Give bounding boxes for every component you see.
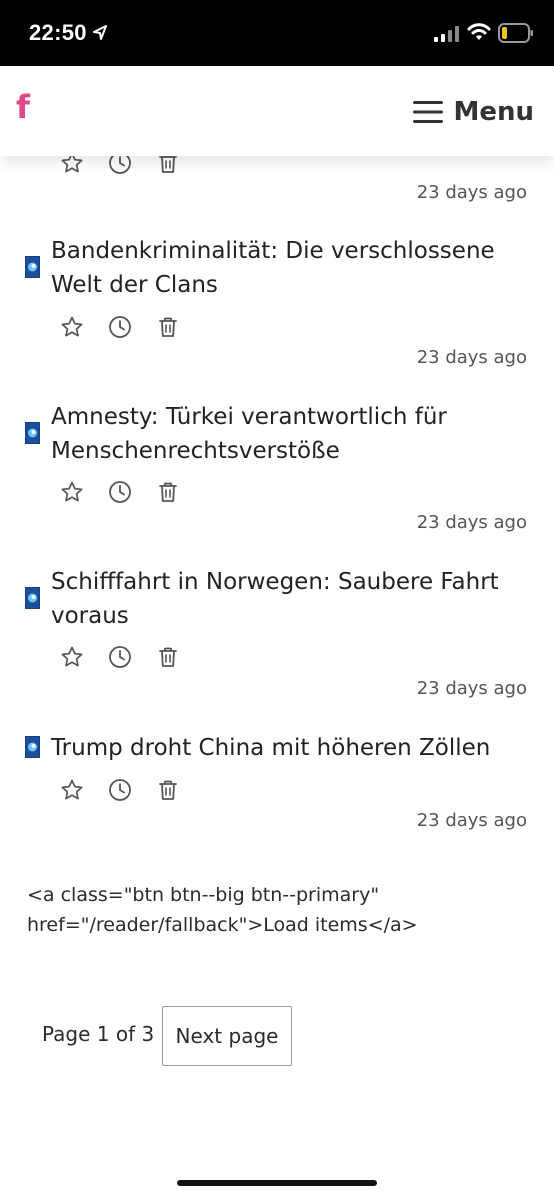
- article-time-ago: 23 days ago: [416, 347, 527, 368]
- clock-icon[interactable]: [108, 315, 132, 339]
- status-time: 22:50: [29, 20, 87, 45]
- wifi-icon: [467, 23, 491, 40]
- clock-icon[interactable]: [108, 645, 132, 669]
- star-icon[interactable]: [60, 645, 84, 669]
- battery-low-icon: [498, 23, 533, 43]
- home-indicator[interactable]: [177, 1180, 377, 1186]
- star-icon[interactable]: [60, 315, 84, 339]
- article-actions: [60, 645, 180, 669]
- article-time-ago: 23 days ago: [416, 182, 527, 203]
- source-favicon-icon: [25, 256, 40, 278]
- star-icon[interactable]: [60, 778, 84, 802]
- menu-button[interactable]: Menu: [413, 94, 534, 130]
- trash-icon[interactable]: [156, 645, 180, 669]
- source-favicon-icon: [25, 422, 40, 444]
- location-arrow-icon: [93, 25, 107, 40]
- article-actions: [60, 315, 180, 339]
- source-favicon-icon: [25, 587, 40, 609]
- clock-icon[interactable]: [108, 480, 132, 504]
- trash-icon[interactable]: [156, 315, 180, 339]
- article-actions: [60, 480, 180, 504]
- article-title[interactable]: Bandenkriminalität: Die verschlossene We…: [51, 234, 521, 302]
- article-actions: [60, 778, 180, 802]
- article-title[interactable]: Amnesty: Türkei verantwortlich für Mensc…: [51, 400, 521, 468]
- cellular-signal-icon: [434, 26, 459, 42]
- status-bar: 22:50: [0, 0, 554, 66]
- star-icon[interactable]: [60, 480, 84, 504]
- trash-icon[interactable]: [156, 480, 180, 504]
- app-header: f Menu: [0, 66, 554, 156]
- article-title[interactable]: Trump droht China mit höheren Zöllen: [51, 731, 521, 765]
- clock-icon[interactable]: [108, 778, 132, 802]
- article-time-ago: 23 days ago: [416, 810, 527, 831]
- article-time-ago: 23 days ago: [416, 678, 527, 699]
- app-logo[interactable]: f: [16, 88, 30, 126]
- trash-icon[interactable]: [156, 778, 180, 802]
- article-time-ago: 23 days ago: [416, 512, 527, 533]
- raw-load-items-markup: <a class="btn btn--big btn--primary" hre…: [27, 884, 418, 936]
- menu-label: Menu: [453, 97, 534, 127]
- page-indicator: Page 1 of 3: [42, 1022, 155, 1046]
- source-favicon-icon: [25, 736, 40, 758]
- article-title[interactable]: Schifffahrt in Norwegen: Saubere Fahrt v…: [51, 565, 521, 633]
- hamburger-icon: [413, 101, 444, 123]
- next-page-button[interactable]: Next page: [162, 1006, 292, 1066]
